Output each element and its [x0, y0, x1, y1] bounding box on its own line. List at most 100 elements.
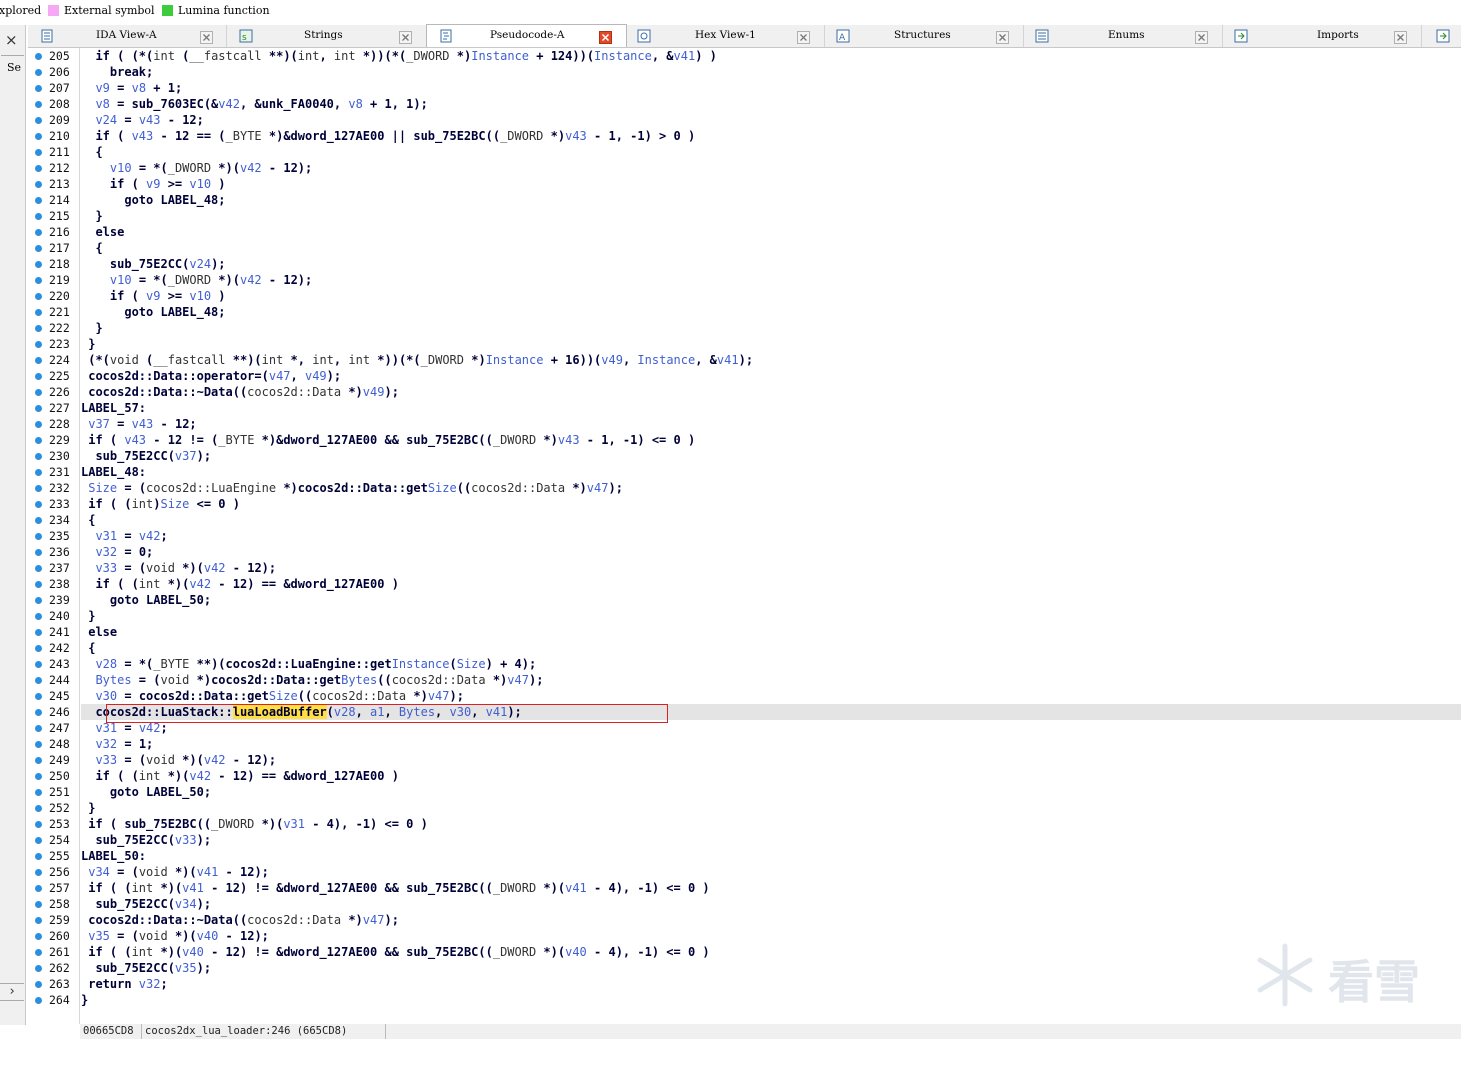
code-line[interactable]: if ( (int *)(v42 - 12) == &dword_127AE00…	[81, 768, 398, 784]
gutter-row[interactable]: 206	[28, 64, 78, 80]
gutter-row[interactable]: 237	[28, 560, 78, 576]
breakpoint-dot-icon[interactable]	[35, 757, 42, 764]
code-line[interactable]: if ( (int)Size <= 0 )	[81, 496, 240, 512]
breakpoint-dot-icon[interactable]	[35, 405, 42, 412]
breakpoint-dot-icon[interactable]	[35, 245, 42, 252]
code-line[interactable]: if ( v9 >= v10 )	[81, 176, 226, 192]
gutter-row[interactable]: 219	[28, 272, 78, 288]
code-line[interactable]: v32 = 0;	[81, 544, 153, 560]
code-line[interactable]: Size = (cocos2d::LuaEngine *)cocos2d::Da…	[81, 480, 623, 496]
gutter-row[interactable]: 205	[28, 48, 78, 64]
gutter-row[interactable]: 262	[28, 960, 78, 976]
close-tab-icon[interactable]	[797, 29, 810, 44]
gutter-row[interactable]: 208	[28, 96, 78, 112]
gutter-row[interactable]: 253	[28, 816, 78, 832]
breakpoint-dot-icon[interactable]	[35, 917, 42, 924]
code-line[interactable]: v24 = v43 - 12;	[81, 112, 203, 128]
breakpoint-dot-icon[interactable]	[35, 709, 42, 716]
gutter-row[interactable]: 228	[28, 416, 78, 432]
breakpoint-dot-icon[interactable]	[35, 469, 42, 476]
code-line[interactable]: v34 = (void *)(v41 - 12);	[81, 864, 269, 880]
breakpoint-dot-icon[interactable]	[35, 325, 42, 332]
breakpoint-dot-icon[interactable]	[35, 693, 42, 700]
breakpoint-dot-icon[interactable]	[35, 165, 42, 172]
breakpoint-dot-icon[interactable]	[35, 149, 42, 156]
breakpoint-dot-icon[interactable]	[35, 965, 42, 972]
gutter-row[interactable]: 256	[28, 864, 78, 880]
breakpoint-dot-icon[interactable]	[35, 677, 42, 684]
code-line[interactable]: goto LABEL_48;	[81, 304, 225, 320]
breakpoint-dot-icon[interactable]	[35, 421, 42, 428]
breakpoint-dot-icon[interactable]	[35, 373, 42, 380]
code-line[interactable]: }	[81, 992, 88, 1008]
code-line[interactable]: {	[81, 640, 95, 656]
tab-hex-view-1[interactable]: Hex View-1	[625, 25, 825, 47]
code-line[interactable]: LABEL_57:	[81, 400, 146, 416]
code-line[interactable]: {	[81, 512, 95, 528]
breakpoint-dot-icon[interactable]	[35, 277, 42, 284]
code-line[interactable]: v35 = (void *)(v40 - 12);	[81, 928, 269, 944]
code-line[interactable]: {	[81, 144, 102, 160]
gutter-row[interactable]: 212	[28, 160, 78, 176]
gutter-row[interactable]: 213	[28, 176, 78, 192]
breakpoint-dot-icon[interactable]	[35, 229, 42, 236]
gutter-row[interactable]: 207	[28, 80, 78, 96]
code-line[interactable]: Bytes = (void *)cocos2d::Data::getBytes(…	[81, 672, 543, 688]
tab-structures[interactable]: A Structures	[824, 25, 1024, 47]
code-line[interactable]: v32 = 1;	[81, 736, 153, 752]
gutter-row[interactable]: 217	[28, 240, 78, 256]
gutter-row[interactable]: 258	[28, 896, 78, 912]
gutter-row[interactable]: 240	[28, 608, 78, 624]
code-line[interactable]: {	[81, 240, 102, 256]
gutter-row[interactable]: 239	[28, 592, 78, 608]
code-line[interactable]: cocos2d::Data::~Data((cocos2d::Data *)v4…	[81, 384, 399, 400]
code-line[interactable]: }	[81, 320, 102, 336]
code-line[interactable]: v8 = sub_7603EC(&v42, &unk_FA0040, v8 + …	[81, 96, 427, 112]
breakpoint-dot-icon[interactable]	[35, 805, 42, 812]
breakpoint-dot-icon[interactable]	[35, 197, 42, 204]
breakpoint-dot-icon[interactable]	[35, 645, 42, 652]
gutter-row[interactable]: 218	[28, 256, 78, 272]
breakpoint-dot-icon[interactable]	[35, 869, 42, 876]
tab-pseudocode-a[interactable]: Pseudocode-A	[426, 24, 627, 47]
code-line[interactable]: sub_75E2CC(v37);	[81, 448, 211, 464]
gutter-row[interactable]: 259	[28, 912, 78, 928]
breakpoint-dot-icon[interactable]	[35, 949, 42, 956]
tab-strings[interactable]: s Strings	[227, 25, 427, 47]
breakpoint-dot-icon[interactable]	[35, 357, 42, 364]
gutter-row[interactable]: 232	[28, 480, 78, 496]
code-line[interactable]: if ( v9 >= v10 )	[81, 288, 226, 304]
gutter-row[interactable]: 231	[28, 464, 78, 480]
gutter-row[interactable]: 209	[28, 112, 78, 128]
breakpoint-dot-icon[interactable]	[35, 517, 42, 524]
code-line[interactable]: v37 = v43 - 12;	[81, 416, 196, 432]
close-tab-icon[interactable]	[1195, 29, 1208, 44]
breakpoint-dot-icon[interactable]	[35, 789, 42, 796]
gutter-row[interactable]: 257	[28, 880, 78, 896]
expand-icon[interactable]: ›	[0, 983, 24, 1001]
gutter-row[interactable]: 222	[28, 320, 78, 336]
gutter-row[interactable]: 260	[28, 928, 78, 944]
gutter-row[interactable]: 215	[28, 208, 78, 224]
code-line[interactable]: else	[81, 624, 117, 640]
code-line[interactable]: goto LABEL_50;	[81, 592, 211, 608]
breakpoint-dot-icon[interactable]	[35, 661, 42, 668]
gutter-row[interactable]: 255	[28, 848, 78, 864]
code-line[interactable]: if ( v43 - 12 != (_BYTE *)&dword_127AE00…	[81, 432, 695, 448]
code-line[interactable]: if ( sub_75E2BC((_DWORD *)(v31 - 4), -1)…	[81, 816, 428, 832]
gutter-row[interactable]: 223	[28, 336, 78, 352]
breakpoint-dot-icon[interactable]	[35, 501, 42, 508]
code-line[interactable]: v9 = v8 + 1;	[81, 80, 182, 96]
breakpoint-dot-icon[interactable]	[35, 629, 42, 636]
close-icon[interactable]: ×	[5, 31, 18, 49]
gutter-row[interactable]: 214	[28, 192, 78, 208]
gutter-row[interactable]: 254	[28, 832, 78, 848]
breakpoint-dot-icon[interactable]	[35, 181, 42, 188]
gutter-row[interactable]: 245	[28, 688, 78, 704]
code-line[interactable]: v33 = (void *)(v42 - 12);	[81, 560, 276, 576]
tab-enums[interactable]: Enums	[1023, 25, 1223, 47]
close-tab-icon[interactable]	[399, 29, 412, 44]
breakpoint-dot-icon[interactable]	[35, 549, 42, 556]
breakpoint-dot-icon[interactable]	[35, 485, 42, 492]
close-tab-icon[interactable]	[599, 29, 612, 44]
